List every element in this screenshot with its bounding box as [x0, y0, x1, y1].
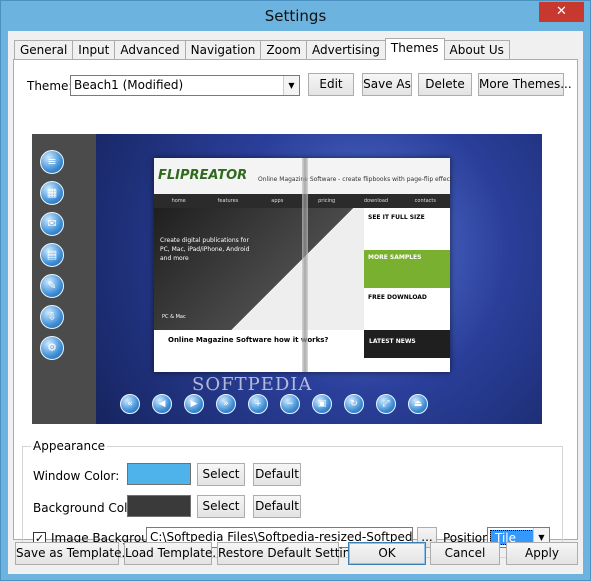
tab-navigation[interactable]: Navigation: [184, 40, 262, 60]
hero-banner: Create digital publications for PC, Mac,…: [154, 208, 364, 330]
tab-advanced[interactable]: Advanced: [114, 40, 186, 60]
tab-themes[interactable]: Themes: [384, 38, 445, 60]
print-icon: ▤: [40, 243, 64, 267]
rotate-icon: ↻: [344, 394, 364, 414]
footer-left: Online Magazine Software: [168, 336, 272, 344]
promo-title: MORE SAMPLES: [368, 254, 422, 261]
more-themes-button[interactable]: More Themes...: [478, 73, 572, 96]
page-fold: [302, 158, 308, 372]
side-toolbar: ≡ ▦ ✉ ▤ ✎ ⇩ ⚙: [40, 150, 66, 367]
promo-download: FREE DOWNLOAD: [364, 290, 450, 328]
promo-samples: MORE SAMPLES: [364, 250, 450, 288]
dialog-client: General Input Advanced Navigation Zoom A…: [8, 31, 583, 574]
apply-button[interactable]: Apply: [506, 542, 578, 565]
nav-item: apps: [271, 198, 284, 204]
zoom-in-icon: +: [248, 394, 268, 414]
nav-item: pricing: [318, 198, 336, 204]
settings-window: Settings ✕ General Input Advanced Naviga…: [0, 0, 591, 581]
fullscreen-icon: ⤢: [376, 394, 396, 414]
exit-icon: ⏏: [408, 394, 428, 414]
latest-news: LATEST NEWS: [364, 330, 450, 358]
background-color-default-button[interactable]: Default: [253, 495, 301, 518]
play-icon: ▶: [184, 394, 204, 414]
last-page-icon: »: [216, 394, 236, 414]
load-template-button[interactable]: Load Template...: [124, 542, 224, 565]
tab-general[interactable]: General: [14, 40, 74, 60]
promo-full-size: SEE IT FULL SIZE: [364, 210, 450, 248]
watermark: SOFTPEDIA: [192, 374, 313, 395]
cancel-button[interactable]: Cancel: [430, 542, 500, 565]
email-icon: ✉: [40, 212, 64, 236]
window-color-default-button[interactable]: Default: [253, 463, 301, 486]
tagline: Online Magazine Software - create flipbo…: [258, 176, 453, 183]
first-page-icon: «: [120, 394, 140, 414]
save-as-template-button[interactable]: Save as Template...: [15, 542, 133, 565]
title-bar: Settings ✕: [1, 1, 590, 31]
nav-item: features: [217, 198, 239, 204]
tab-advertising[interactable]: Advertising: [305, 40, 386, 60]
background-color-swatch: [127, 495, 191, 517]
thumbnails-icon: ▦: [40, 181, 64, 205]
zoom-out-icon: −: [280, 394, 300, 414]
theme-preview: ≡ ▦ ✉ ▤ ✎ ⇩ ⚙ FLIPREATOR Online Magazine…: [32, 134, 542, 424]
download-icon: ⇩: [40, 305, 64, 329]
restore-defaults-button[interactable]: Restore Default Settings: [217, 542, 364, 565]
bottom-toolbar: « ◀ ▶ » + − ▣ ↻ ⤢ ⏏: [120, 394, 440, 414]
tab-strip: General Input Advanced Navigation Zoom A…: [14, 38, 510, 60]
theme-value: Beach1 (Modified): [74, 78, 184, 92]
promo-title: FREE DOWNLOAD: [368, 294, 427, 301]
close-button[interactable]: ✕: [539, 2, 584, 22]
theme-select[interactable]: Beach1 (Modified) ▼: [70, 75, 300, 96]
promo-title: SEE IT FULL SIZE: [368, 214, 425, 221]
nav-item: home: [171, 198, 186, 204]
tab-zoom[interactable]: Zoom: [260, 40, 307, 60]
hero-platform: PC & Mac: [162, 314, 186, 320]
window-color-swatch: [127, 463, 191, 485]
fit-icon: ▣: [312, 394, 332, 414]
theme-label: Theme:: [27, 79, 73, 93]
tab-about-us[interactable]: About Us: [443, 40, 510, 60]
nav-item: contacts: [414, 198, 436, 204]
hero-text: Create digital publications for PC, Mac,…: [160, 237, 250, 262]
promo-column: SEE IT FULL SIZE MORE SAMPLES FREE DOWNL…: [364, 208, 450, 330]
themes-panel: Theme: Beach1 (Modified) ▼ Edit Save As …: [13, 59, 578, 558]
appearance-legend: Appearance: [31, 439, 108, 453]
brand-logo: FLIPREATOR: [158, 168, 248, 183]
save-as-button[interactable]: Save As: [362, 73, 412, 96]
tab-input[interactable]: Input: [72, 40, 116, 60]
window-title: Settings: [264, 7, 327, 25]
menu-icon: ≡: [40, 150, 64, 174]
prev-page-icon: ◀: [152, 394, 172, 414]
edit-button[interactable]: Edit: [308, 73, 354, 96]
delete-button[interactable]: Delete: [418, 73, 472, 96]
nav-item: download: [363, 198, 389, 204]
book-preview: FLIPREATOR Online Magazine Software - cr…: [154, 158, 453, 372]
window-color-select-button[interactable]: Select: [197, 463, 245, 486]
ok-button[interactable]: OK: [348, 542, 426, 565]
edit-icon: ✎: [40, 274, 64, 298]
background-color-select-button[interactable]: Select: [197, 495, 245, 518]
chevron-down-icon: ▼: [283, 76, 299, 95]
gear-icon: ⚙: [40, 336, 64, 360]
window-color-label: Window Color:: [33, 469, 120, 483]
